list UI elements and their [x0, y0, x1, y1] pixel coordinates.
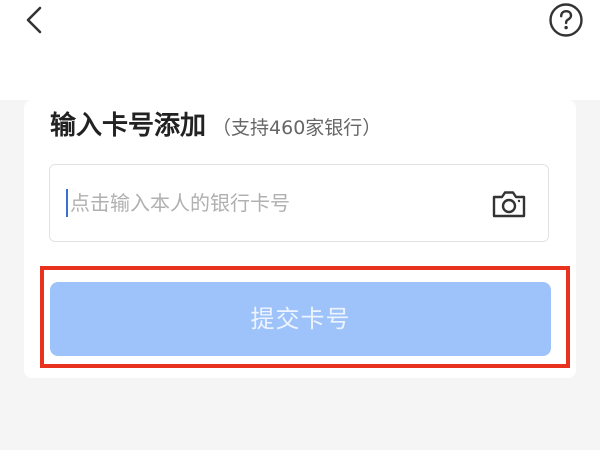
card-title: 输入卡号添加 — [50, 111, 207, 141]
help-button[interactable] — [548, 2, 584, 38]
question-circle-icon — [549, 3, 583, 37]
card-number-input[interactable] — [66, 189, 466, 217]
bank-card-add-screen: 输入卡号添加（支持460家银行） 提交卡号 — [0, 0, 600, 450]
scan-card-button[interactable] — [490, 185, 528, 223]
back-button[interactable] — [16, 2, 56, 42]
section-title: 输入卡号添加 （支持460家银行） — [50, 106, 381, 146]
supported-banks-note: （支持460家银行） — [212, 117, 382, 139]
camera-icon — [492, 191, 526, 218]
card-number-field[interactable] — [49, 164, 549, 242]
submit-card-button[interactable]: 提交卡号 — [50, 282, 551, 356]
top-bar — [0, 0, 600, 100]
chevron-left-icon — [26, 6, 42, 34]
